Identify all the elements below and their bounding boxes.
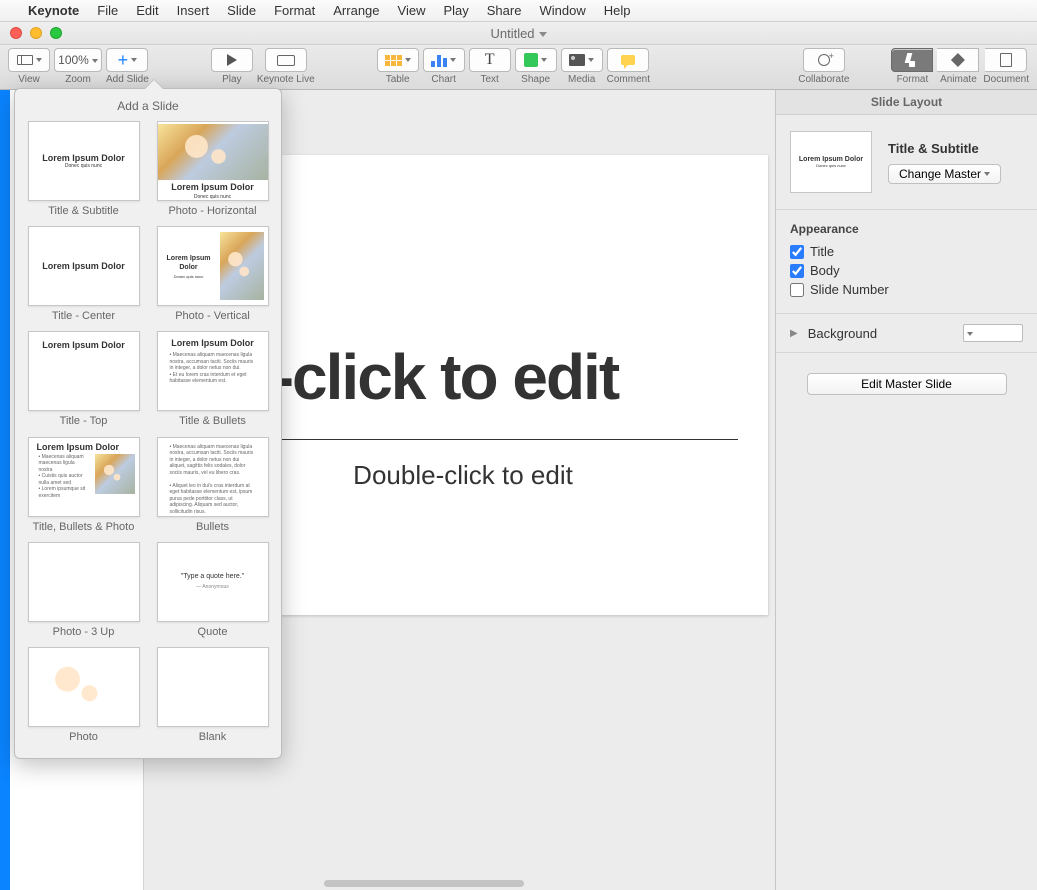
title-checkbox[interactable]	[790, 245, 804, 259]
layout-photo-horizontal[interactable]: Lorem Ipsum DolorDonec quis nunc Photo -…	[154, 121, 271, 218]
master-thumbnail: Lorem Ipsum DolorDonec quis nunc	[790, 131, 872, 193]
document-tab[interactable]	[985, 48, 1027, 72]
menu-arrange[interactable]: Arrange	[333, 3, 379, 18]
background-color-swatch[interactable]	[963, 324, 1023, 342]
add-slide-button[interactable]: +	[106, 48, 148, 72]
document-label: Document	[983, 74, 1029, 85]
menu-share[interactable]: Share	[487, 3, 522, 18]
menu-edit[interactable]: Edit	[136, 3, 158, 18]
sidebar-selection-indicator	[0, 90, 10, 890]
format-inspector: Slide Layout Lorem Ipsum DolorDonec quis…	[775, 90, 1037, 890]
shape-button[interactable]	[515, 48, 557, 72]
view-icon	[17, 55, 33, 65]
table-button[interactable]	[377, 48, 419, 72]
zoom-value: 100%	[58, 53, 98, 67]
table-label: Table	[386, 74, 410, 85]
collaborate-label: Collaborate	[798, 74, 849, 85]
view-label: View	[18, 74, 40, 85]
comment-label: Comment	[607, 74, 650, 85]
format-label: Format	[897, 74, 929, 85]
menu-bar: Keynote File Edit Insert Slide Format Ar…	[0, 0, 1037, 22]
chart-button[interactable]	[423, 48, 465, 72]
add-slide-popover: Add a Slide Lorem Ipsum DolorDonec quis …	[14, 88, 282, 759]
add-slide-label: Add Slide	[106, 74, 149, 85]
window-minimize-button[interactable]	[30, 27, 42, 39]
text-button[interactable]: T	[469, 48, 511, 72]
change-master-button[interactable]: Change Master	[888, 164, 1001, 184]
chart-label: Chart	[431, 74, 455, 85]
layout-title-top[interactable]: Lorem Ipsum Dolor Title - Top	[25, 331, 142, 428]
menu-view[interactable]: View	[398, 3, 426, 18]
media-icon	[569, 54, 585, 66]
slidenum-checkbox-label: Slide Number	[810, 282, 889, 297]
layout-title-subtitle[interactable]: Lorem Ipsum DolorDonec quis nunc Title &…	[25, 121, 142, 218]
body-checkbox-row[interactable]: Body	[790, 263, 1023, 278]
shape-icon	[524, 53, 538, 67]
animate-tab[interactable]	[937, 48, 979, 72]
animate-icon	[951, 53, 965, 67]
collaborate-button[interactable]	[803, 48, 845, 72]
menu-window[interactable]: Window	[539, 3, 585, 18]
document-icon	[1000, 53, 1012, 67]
keynote-live-label: Keynote Live	[257, 74, 315, 85]
zoom-label: Zoom	[65, 74, 91, 85]
table-icon	[385, 55, 402, 66]
animate-label: Animate	[940, 74, 977, 85]
menu-file[interactable]: File	[97, 3, 118, 18]
appearance-title: Appearance	[790, 222, 1023, 236]
format-icon	[905, 53, 919, 67]
zoom-button[interactable]: 100%	[54, 48, 102, 72]
background-disclosure-icon[interactable]: ▶	[790, 328, 798, 339]
body-checkbox-label: Body	[810, 263, 840, 278]
view-button[interactable]	[8, 48, 50, 72]
media-label: Media	[568, 74, 595, 85]
title-checkbox-row[interactable]: Title	[790, 244, 1023, 259]
layout-quote[interactable]: "Type a quote here."— Anonymous Quote	[154, 542, 271, 639]
background-label: Background	[808, 326, 877, 341]
master-name: Title & Subtitle	[888, 141, 1001, 156]
edit-master-slide-button[interactable]: Edit Master Slide	[807, 373, 1007, 395]
inspector-header: Slide Layout	[776, 90, 1037, 115]
play-button[interactable]	[211, 48, 253, 72]
play-label: Play	[222, 74, 241, 85]
menu-format[interactable]: Format	[274, 3, 315, 18]
title-bar: Untitled	[0, 22, 1037, 45]
menu-insert[interactable]: Insert	[177, 3, 210, 18]
text-icon: T	[485, 51, 495, 69]
comment-button[interactable]	[607, 48, 649, 72]
slidenum-checkbox-row[interactable]: Slide Number	[790, 282, 1023, 297]
document-title[interactable]: Untitled	[490, 26, 546, 41]
keynote-live-icon	[277, 55, 295, 66]
menu-help[interactable]: Help	[604, 3, 631, 18]
layout-bullets[interactable]: • Maecenas aliquam maecenas ligula nostr…	[154, 437, 271, 534]
layout-title-bullets-photo[interactable]: Lorem Ipsum Dolor• Maecenas aliquam maec…	[25, 437, 142, 534]
layout-title-center[interactable]: Lorem Ipsum Dolor Title - Center	[25, 226, 142, 323]
text-label: Text	[480, 74, 498, 85]
chart-icon	[431, 53, 447, 67]
window-zoom-button[interactable]	[50, 27, 62, 39]
window-close-button[interactable]	[10, 27, 22, 39]
body-checkbox[interactable]	[790, 264, 804, 278]
shape-label: Shape	[521, 74, 550, 85]
layout-blank[interactable]: Blank	[154, 647, 271, 744]
layout-photo[interactable]: Photo	[25, 647, 142, 744]
media-button[interactable]	[561, 48, 603, 72]
layout-photo-3up[interactable]: Photo - 3 Up	[25, 542, 142, 639]
horizontal-scrollbar[interactable]	[324, 880, 524, 887]
slidenum-checkbox[interactable]	[790, 283, 804, 297]
layout-title-bullets[interactable]: Lorem Ipsum Dolor• Maecenas aliquam maec…	[154, 331, 271, 428]
app-menu[interactable]: Keynote	[28, 3, 79, 18]
menu-slide[interactable]: Slide	[227, 3, 256, 18]
menu-play[interactable]: Play	[443, 3, 468, 18]
title-checkbox-label: Title	[810, 244, 834, 259]
popover-title: Add a Slide	[25, 99, 271, 113]
format-tab[interactable]	[891, 48, 933, 72]
comment-icon	[621, 55, 635, 65]
keynote-live-button[interactable]	[265, 48, 307, 72]
layout-photo-vertical[interactable]: Lorem Ipsum DolorDonec quis nunc Photo -…	[154, 226, 271, 323]
play-icon	[227, 54, 237, 66]
collaborate-icon	[818, 54, 830, 66]
